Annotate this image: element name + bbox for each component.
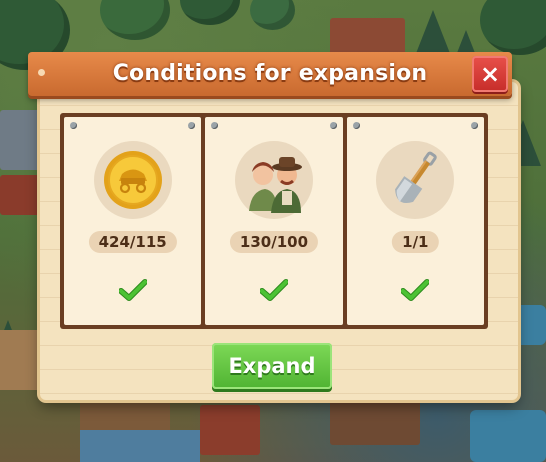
condition-count: 1/1 — [392, 231, 439, 253]
check-icon — [401, 279, 430, 301]
condition-count: 424/115 — [88, 231, 177, 253]
water-area — [80, 430, 200, 462]
shovel-icon — [395, 151, 438, 204]
condition-card-population: 130/100 — [205, 117, 343, 325]
tree — [100, 0, 170, 40]
check-icon — [118, 279, 147, 301]
condition-card-coins: 424/115 — [64, 117, 202, 325]
tree — [180, 0, 240, 25]
pin-icon — [70, 122, 77, 129]
condition-icon-frame — [376, 141, 455, 219]
building-roof — [0, 175, 40, 215]
building-roof — [330, 400, 420, 445]
tree — [250, 0, 295, 30]
close-button[interactable]: × — [472, 56, 508, 92]
expand-button[interactable]: Expand — [212, 343, 332, 389]
pin-icon — [352, 122, 360, 129]
pin-icon — [329, 122, 337, 129]
gold-coin-wagon-icon — [103, 151, 162, 209]
pin-icon — [211, 122, 219, 129]
check-icon — [259, 279, 288, 301]
pond — [470, 410, 546, 462]
condition-icon-frame — [93, 141, 172, 219]
dialog-title: Conditions for expansion — [112, 61, 428, 86]
condition-icon-frame — [234, 141, 313, 219]
building-roof — [200, 405, 260, 455]
pin-icon — [188, 122, 196, 129]
pin-icon — [470, 122, 478, 129]
condition-count: 130/100 — [229, 231, 319, 253]
tree — [480, 0, 546, 55]
building-roof — [0, 110, 40, 170]
pine-tree — [415, 10, 451, 56]
farmers-couple-icon — [248, 157, 302, 213]
condition-card-shovel: 1/1 — [346, 117, 484, 325]
conditions-panel: 424/115 130/100 1/1 — [60, 113, 488, 329]
